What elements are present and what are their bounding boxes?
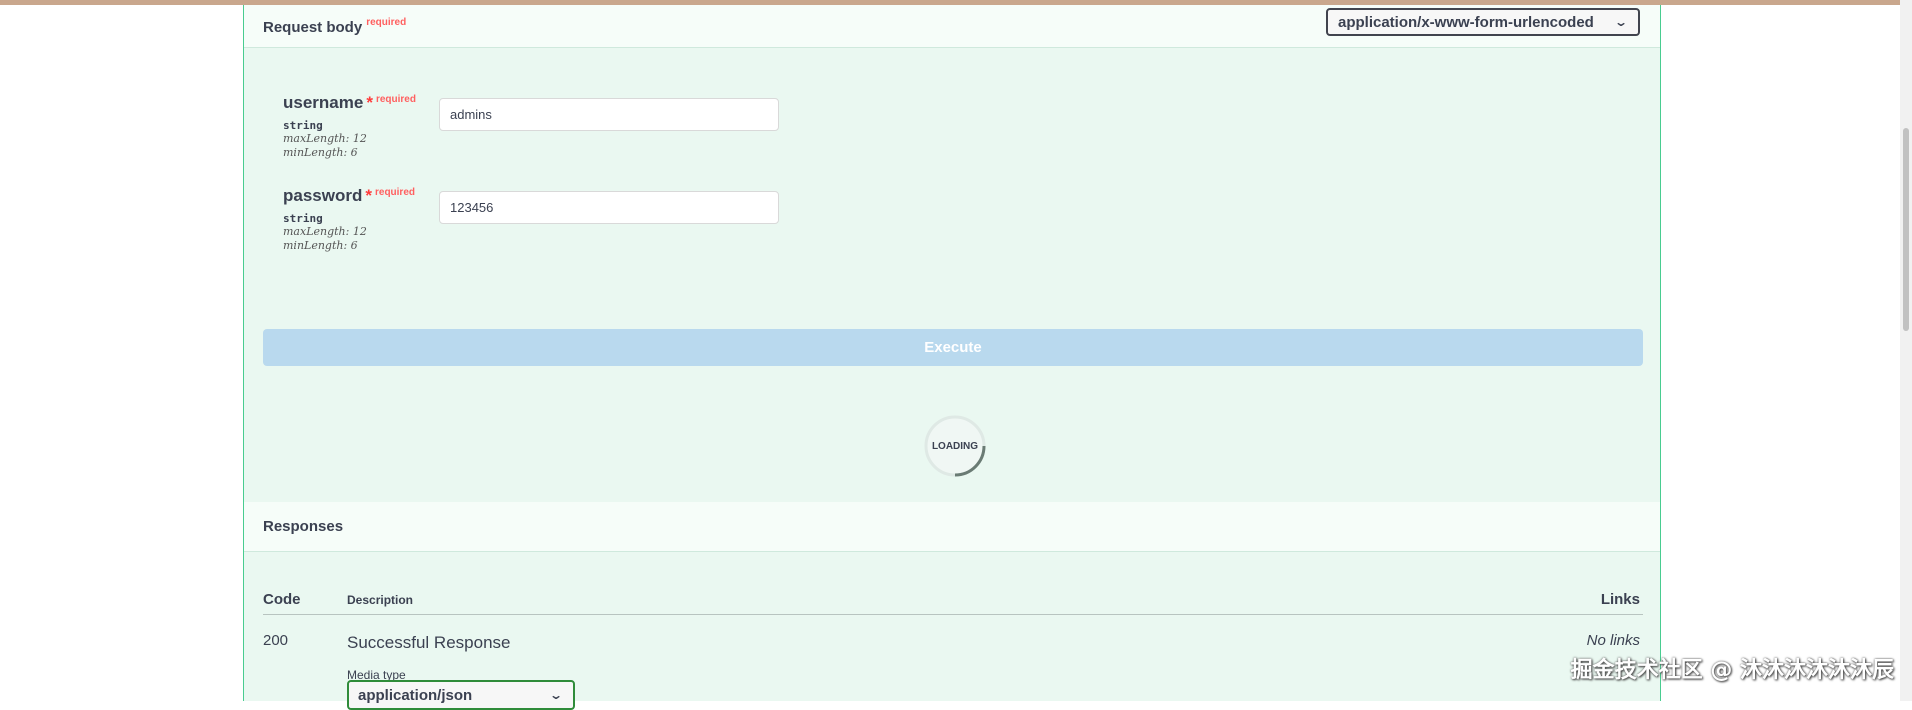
required-label: required: [374, 187, 415, 198]
request-body-required: required: [366, 17, 407, 28]
param-type: string: [283, 212, 323, 225]
required-label: required: [375, 94, 416, 105]
required-star: *: [366, 93, 373, 112]
col-description: Description: [347, 593, 414, 607]
scrollbar-thumb[interactable]: [1903, 128, 1909, 331]
loading-spinner: LOADING: [923, 414, 987, 478]
request-body-title-text: Request body: [263, 19, 363, 36]
operation-panel: Request body required application/x-www-f…: [243, 5, 1661, 710]
required-star: *: [365, 186, 372, 205]
response-code: 200: [263, 632, 289, 649]
param-username: username * required string maxLength: 12 m…: [283, 93, 416, 160]
param-name: username: [283, 93, 364, 112]
chevron-down-icon: ⌄: [548, 688, 564, 702]
table-divider: [263, 614, 1643, 615]
col-links: Links: [1600, 591, 1640, 608]
param-type: string: [283, 119, 323, 132]
responses-title: Responses: [263, 518, 344, 535]
loading-text: LOADING: [931, 440, 979, 452]
param-password: password * required string maxLength: 12 m…: [283, 186, 415, 253]
response-description: Successful Response: [347, 633, 511, 652]
param-minlength: minLength: 6: [283, 146, 358, 159]
col-code: Code: [263, 591, 301, 608]
param-maxlength: maxLength: 12: [283, 225, 367, 238]
response-links: No links: [1586, 632, 1640, 649]
content-type-select[interactable]: application/x-www-form-urlencoded ⌄: [1326, 8, 1640, 36]
execute-button[interactable]: Execute: [263, 329, 1643, 366]
content-type-value: application/x-www-form-urlencoded: [1338, 13, 1594, 31]
param-minlength: minLength: 6: [283, 239, 358, 252]
page-scrollbar[interactable]: [1900, 0, 1912, 701]
request-body-title: Request body required: [263, 17, 407, 36]
chevron-down-icon: ⌄: [1613, 15, 1629, 29]
param-name: password: [283, 186, 363, 205]
responses-header: Responses: [244, 502, 1660, 552]
param-maxlength: maxLength: 12: [283, 132, 367, 145]
media-type-select[interactable]: application/json ⌄: [347, 680, 575, 710]
watermark: 掘金技术社区 @ 沐沐沐沐沐沐辰: [1570, 658, 1894, 683]
password-input[interactable]: [439, 191, 779, 224]
request-body-header: Request body required application/x-www-f…: [244, 5, 1660, 48]
username-input[interactable]: [439, 98, 779, 131]
